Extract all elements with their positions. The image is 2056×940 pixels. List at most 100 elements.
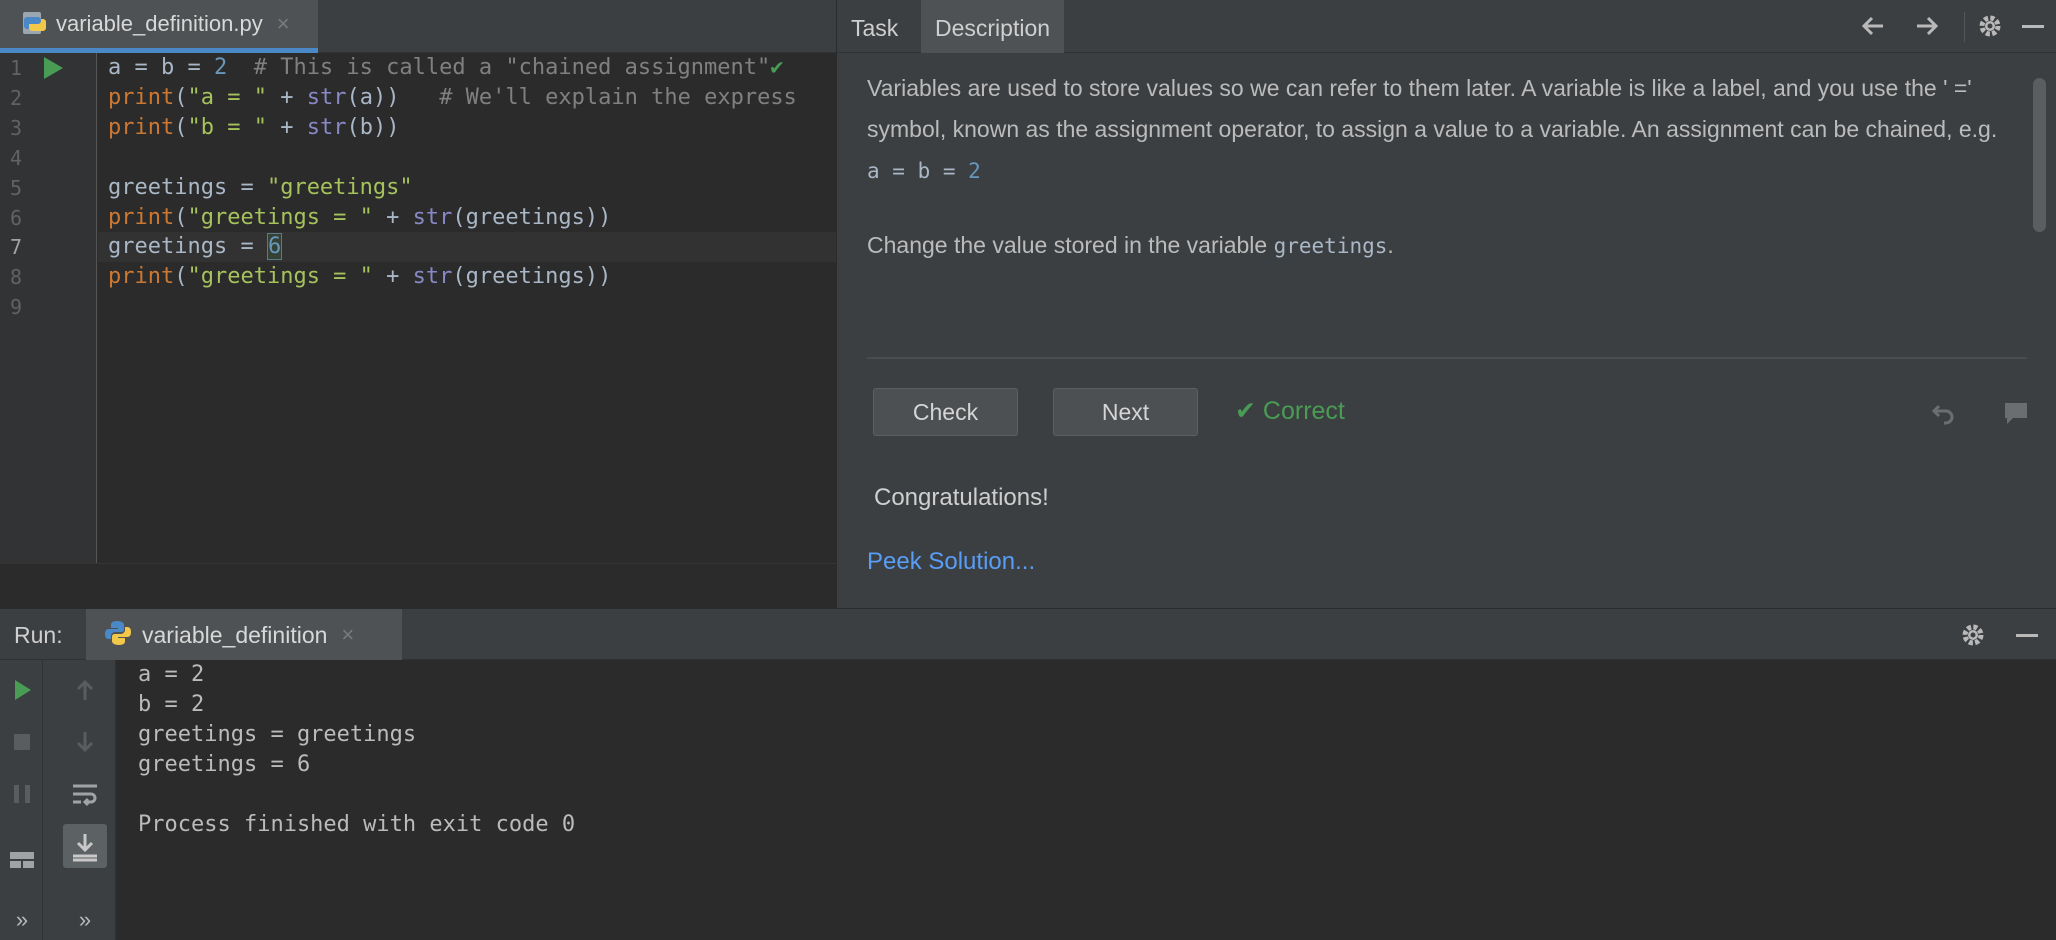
section-divider <box>867 357 2027 359</box>
code-line[interactable]: print("greetings = " + str(greetings)) <box>108 262 611 292</box>
pause-icon[interactable] <box>6 778 38 810</box>
code-token: 2 <box>213 55 228 80</box>
close-icon[interactable]: × <box>341 622 354 648</box>
run-tool-window-header: Run: variable_definition × <box>0 608 2056 661</box>
task-instruction: Change the value stored in the variable … <box>867 232 1394 259</box>
inline-code-text: a = b = <box>867 159 969 183</box>
code-token: (greetings)) <box>452 205 612 230</box>
code-token: (a)) <box>346 85 400 110</box>
code-line[interactable]: greetings = 6 <box>108 232 283 262</box>
scroll-to-end-icon[interactable] <box>63 824 107 868</box>
soft-wrap-icon[interactable] <box>69 778 101 810</box>
console-line: greetings = 6 <box>138 752 311 777</box>
code-line[interactable]: print("b = " + str(b)) <box>108 113 399 143</box>
code-token: + <box>372 205 413 230</box>
arrow-right-icon[interactable] <box>1911 10 1943 42</box>
tab-task[interactable]: Task <box>837 0 912 53</box>
header-separator <box>1964 12 1965 42</box>
code-token: a = b = <box>108 55 214 80</box>
code-token: print <box>108 115 175 140</box>
line-number: 6 <box>10 206 23 230</box>
run-tab-label: variable_definition <box>142 621 328 648</box>
line-number: 1 <box>10 56 23 80</box>
code-token: (b)) <box>346 115 400 140</box>
code-line[interactable]: a = b = 2 # This is called a "chained as… <box>108 53 784 83</box>
line-number: 3 <box>10 116 23 140</box>
stop-icon[interactable] <box>6 726 38 758</box>
code-token: "b = " <box>187 115 267 140</box>
status-label: Correct <box>1262 397 1345 425</box>
instruction-period: . <box>1387 232 1394 258</box>
code-token: "greetings = " <box>187 264 373 289</box>
line-number: 9 <box>10 295 23 319</box>
arrow-left-icon[interactable] <box>1857 10 1889 42</box>
line-number: 4 <box>10 146 23 170</box>
code-line[interactable]: greetings = "greetings" <box>108 173 413 203</box>
undo-icon[interactable] <box>1929 398 1959 428</box>
editor-tab-bar: variable_definition.py × <box>0 0 836 53</box>
instruction-text: Change the value stored in the variable <box>867 232 1274 258</box>
arrow-down-icon[interactable] <box>69 726 101 758</box>
code-token: "greetings = " <box>187 205 373 230</box>
next-button[interactable]: Next <box>1053 388 1198 436</box>
code-token: (greetings)) <box>452 264 612 289</box>
inline-code-variable: greetings <box>1273 234 1388 258</box>
description-scrollbar[interactable] <box>2033 78 2046 232</box>
check-button[interactable]: Check <box>873 388 1018 436</box>
code-token: 6 <box>266 233 283 260</box>
task-panel: Task Description Variables are used to s… <box>836 0 2056 608</box>
minimize-icon[interactable] <box>2011 619 2043 651</box>
task-description: Variables are used to store values so we… <box>867 68 2007 192</box>
peek-solution-link[interactable]: Peek Solution... <box>867 548 1035 576</box>
python-file-icon <box>22 11 48 37</box>
line-number: 2 <box>10 86 23 110</box>
code-token: str <box>412 205 453 230</box>
line-number-current: 7 <box>10 235 23 259</box>
gear-icon[interactable] <box>1957 619 1989 651</box>
code-token: print <box>108 264 175 289</box>
run-console: » » a = 2 b = 2 greetings = greetings gr… <box>0 660 2056 940</box>
run-gutter-icon[interactable] <box>44 57 63 79</box>
close-icon[interactable]: × <box>277 11 290 37</box>
gear-icon[interactable] <box>1974 10 2006 42</box>
more-icon[interactable]: » <box>69 904 101 936</box>
code-token: # We'll explain the express <box>399 85 797 110</box>
python-icon <box>104 619 132 652</box>
code-line[interactable]: print("a = " + str(a)) # We'll explain t… <box>108 83 797 113</box>
editor-footer <box>0 563 836 608</box>
code-token: + <box>266 85 307 110</box>
status-correct: ✔ Correct <box>1235 396 1345 426</box>
tab-description[interactable]: Description <box>921 0 1065 53</box>
editor-panel: variable_definition.py × 1 2 3 4 5 6 7 8… <box>0 0 836 608</box>
code-token: greetings = <box>108 175 267 200</box>
code-token: str <box>412 264 453 289</box>
code-token: str <box>306 115 347 140</box>
run-configuration-tab[interactable]: variable_definition × <box>86 609 402 661</box>
more-icon[interactable]: » <box>6 904 38 936</box>
code-token: greetings = <box>108 234 267 259</box>
code-area[interactable]: a = b = 2 # This is called a "chained as… <box>98 53 836 563</box>
checkmark-icon: ✔ <box>1235 397 1256 425</box>
code-token: print <box>108 205 175 230</box>
code-token: ( <box>174 264 188 289</box>
run-toolbar-primary: » <box>0 660 43 940</box>
inline-code-number: 2 <box>968 159 981 183</box>
console-line: Process finished with exit code 0 <box>138 812 576 837</box>
code-token: ( <box>174 205 188 230</box>
file-tab-label: variable_definition.py <box>56 11 263 36</box>
layout-icon[interactable] <box>6 844 38 876</box>
editor-file-tab[interactable]: variable_definition.py × <box>0 0 318 53</box>
rerun-icon[interactable] <box>6 674 38 706</box>
minimize-icon[interactable] <box>2017 10 2049 42</box>
comment-icon[interactable] <box>2001 398 2031 428</box>
console-line: b = 2 <box>138 692 205 717</box>
task-panel-header: Task Description <box>837 0 2056 53</box>
line-number: 5 <box>10 176 23 200</box>
code-token: ( <box>174 115 188 140</box>
code-token: + <box>266 115 307 140</box>
arrow-up-icon[interactable] <box>69 674 101 706</box>
console-line: a = 2 <box>138 662 205 687</box>
code-line[interactable]: print("greetings = " + str(greetings)) <box>108 203 611 233</box>
line-number: 8 <box>10 265 23 289</box>
inline-code: a = b = 2 <box>867 159 981 183</box>
